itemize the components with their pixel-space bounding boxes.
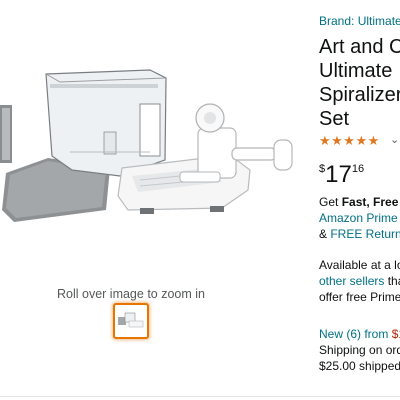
product-image[interactable] [0, 60, 310, 230]
price: $1716 [319, 161, 364, 189]
free-returns-link[interactable]: FREE Returns [330, 227, 400, 241]
availability-line-2: other sellers tha [319, 274, 400, 289]
returns-line: & FREE Returns [319, 227, 400, 242]
shipping-threshold-line: $25.00 shipped [319, 359, 400, 373]
returns-prefix: & [319, 227, 331, 241]
shipping-get-prefix: Get [319, 195, 342, 209]
price-fraction: 16 [351, 163, 365, 175]
product-title-line-3: Spiralizer [319, 84, 400, 106]
brand-link[interactable]: Brand: Ultimate [319, 14, 400, 28]
rating-chevron-icon[interactable]: ⌄ [390, 133, 399, 146]
product-details: Brand: Ultimate Art and C Ultimate Spira… [319, 0, 400, 400]
amazon-prime-link[interactable]: Amazon Prime [319, 211, 398, 225]
image-thumbnail[interactable] [113, 303, 149, 339]
bottom-divider [0, 396, 400, 397]
product-title-line-4: Set [319, 108, 350, 130]
availability-line-1: Available at a lo [319, 258, 400, 272]
product-title-line-1: Art and C [319, 36, 400, 58]
shipping-fast-free: Fast, Free S [341, 195, 400, 209]
shipping-order-line: Shipping on ord [319, 343, 400, 357]
prime-line: Amazon Prime [319, 211, 398, 226]
new-offers-price: $1 [391, 327, 400, 341]
other-sellers-link[interactable]: other sellers [319, 274, 384, 288]
new-offers-line: New (6) from $1 [319, 327, 400, 342]
rating-stars[interactable]: ★★★★★ [319, 133, 380, 149]
price-whole: 17 [325, 161, 352, 188]
image-panel: Roll over image to zoom in [0, 0, 310, 400]
availability-line-2-suffix: tha [387, 274, 400, 288]
shipping-offer: Get Fast, Free S [319, 195, 400, 210]
price-symbol: $ [319, 163, 326, 175]
availability-line-3: offer free Prime [319, 290, 400, 304]
thumbnail-image [118, 312, 144, 328]
new-offers-link[interactable]: New (6) from [319, 327, 392, 341]
product-title-line-2: Ultimate [319, 60, 393, 82]
zoom-caption: Roll over image to zoom in [57, 287, 205, 301]
